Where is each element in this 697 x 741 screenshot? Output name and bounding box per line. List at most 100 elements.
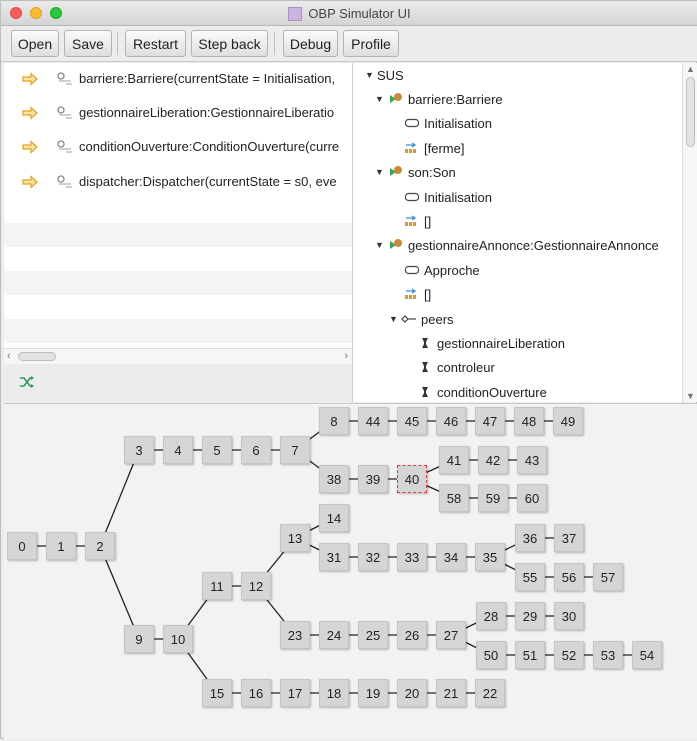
graph-node[interactable]: 60	[517, 484, 547, 512]
graph-node[interactable]: 41	[439, 446, 469, 474]
graph-node[interactable]: 50	[476, 641, 506, 669]
save-button[interactable]: Save	[64, 30, 112, 57]
graph-node[interactable]: 36	[515, 524, 545, 552]
graph-node[interactable]: 9	[124, 625, 154, 653]
tree-node-annonce-queue[interactable]: []	[404, 283, 431, 305]
graph-node[interactable]: 59	[478, 484, 508, 512]
tree-node-peer[interactable]: controleur	[419, 356, 495, 378]
expand-triangle-icon[interactable]: ▼	[375, 167, 387, 177]
graph-node[interactable]: 33	[397, 543, 427, 571]
graph-node[interactable]: 17	[280, 679, 310, 707]
step-arrow-icon[interactable]	[22, 72, 38, 86]
graph-node[interactable]: 56	[554, 563, 584, 591]
tree-node-annonce[interactable]: ▼ gestionnaireAnnonce:GestionnaireAnnonc…	[375, 234, 659, 256]
scroll-up-icon[interactable]: ▲	[686, 64, 695, 74]
tree-node-annonce-state[interactable]: Approche	[404, 259, 480, 281]
graph-node[interactable]: 31	[319, 543, 349, 571]
graph-node-selected[interactable]: 40	[397, 465, 427, 493]
graph-node[interactable]: 47	[475, 407, 505, 435]
graph-node[interactable]: 43	[517, 446, 547, 474]
open-button[interactable]: Open	[11, 30, 59, 57]
shuffle-icon[interactable]	[19, 375, 35, 389]
graph-node[interactable]: 58	[439, 484, 469, 512]
graph-node[interactable]: 45	[397, 407, 427, 435]
graph-node[interactable]: 46	[436, 407, 466, 435]
tree-node-barriere[interactable]: ▼ barriere:Barriere	[375, 88, 503, 110]
expand-triangle-icon[interactable]: ▼	[375, 94, 387, 104]
graph-node[interactable]: 22	[475, 679, 505, 707]
graph-node[interactable]: 48	[514, 407, 544, 435]
tree-node-peer[interactable]: conditionOuverture	[419, 381, 547, 402]
scrollbar-thumb[interactable]	[686, 77, 695, 147]
graph-node[interactable]: 6	[241, 436, 271, 464]
step-arrow-icon[interactable]	[22, 175, 38, 189]
graph-node[interactable]: 7	[280, 436, 310, 464]
graph-node[interactable]: 44	[358, 407, 388, 435]
graph-node[interactable]: 13	[280, 524, 310, 552]
graph-node[interactable]: 57	[593, 563, 623, 591]
graph-node[interactable]: 16	[241, 679, 271, 707]
graph-node[interactable]: 26	[397, 621, 427, 649]
tree-node-barriere-state[interactable]: Initialisation	[404, 112, 492, 134]
scroll-down-icon[interactable]: ▼	[686, 391, 695, 401]
graph-node[interactable]: 55	[515, 563, 545, 591]
graph-node[interactable]: 1	[46, 532, 76, 560]
graph-node[interactable]: 18	[319, 679, 349, 707]
graph-node[interactable]: 25	[358, 621, 388, 649]
debug-button[interactable]: Debug	[283, 30, 338, 57]
restart-button[interactable]: Restart	[125, 30, 186, 57]
graph-node[interactable]: 29	[515, 602, 545, 630]
graph-node[interactable]: 28	[476, 602, 506, 630]
tree-node-son-queue[interactable]: []	[404, 210, 431, 232]
graph-node[interactable]: 37	[554, 524, 584, 552]
graph-node[interactable]: 15	[202, 679, 232, 707]
graph-node[interactable]: 34	[436, 543, 466, 571]
graph-node[interactable]: 8	[319, 407, 349, 435]
graph-node[interactable]: 30	[554, 602, 584, 630]
graph-node[interactable]: 12	[241, 572, 271, 600]
tree-node-root[interactable]: ▼ SUS	[365, 64, 404, 86]
graph-node[interactable]: 38	[319, 465, 349, 493]
scroll-left-icon[interactable]: ‹	[7, 350, 11, 362]
graph-node[interactable]: 27	[436, 621, 466, 649]
graph-node[interactable]: 10	[163, 625, 193, 653]
graph-node[interactable]: 11	[202, 572, 232, 600]
graph-node[interactable]: 20	[397, 679, 427, 707]
graph-node[interactable]: 39	[358, 465, 388, 493]
step-back-button[interactable]: Step back	[191, 30, 268, 57]
step-arrow-icon[interactable]	[22, 106, 38, 120]
graph-node[interactable]: 21	[436, 679, 466, 707]
graph-node[interactable]: 2	[85, 532, 115, 560]
graph-node[interactable]: 49	[553, 407, 583, 435]
process-list-horizontal-scrollbar[interactable]: ‹ ›	[4, 348, 352, 364]
graph-node[interactable]: 51	[515, 641, 545, 669]
graph-node[interactable]: 14	[319, 504, 349, 532]
graph-node[interactable]: 54	[632, 641, 662, 669]
tree-node-son[interactable]: ▼ son:Son	[375, 161, 456, 183]
tree-node-peer[interactable]: gestionnaireLiberation	[419, 332, 565, 354]
profile-button[interactable]: Profile	[343, 30, 399, 57]
expand-triangle-icon[interactable]: ▼	[365, 70, 377, 80]
graph-node[interactable]: 23	[280, 621, 310, 649]
graph-node[interactable]: 4	[163, 436, 193, 464]
graph-node[interactable]: 42	[478, 446, 508, 474]
graph-node[interactable]: 5	[202, 436, 232, 464]
process-row[interactable]: dispatcher:Dispatcher(currentState = s0,…	[4, 170, 352, 194]
tree-node-barriere-queue[interactable]: [ferme]	[404, 137, 464, 159]
state-tree-vertical-scrollbar[interactable]: ▲ ▼	[682, 63, 697, 402]
tree-node-son-state[interactable]: Initialisation	[404, 186, 492, 208]
graph-node[interactable]: 0	[7, 532, 37, 560]
graph-node[interactable]: 35	[475, 543, 505, 571]
expand-triangle-icon[interactable]: ▼	[389, 314, 401, 324]
graph-node[interactable]: 32	[358, 543, 388, 571]
scroll-right-icon[interactable]: ›	[344, 350, 348, 362]
step-arrow-icon[interactable]	[22, 140, 38, 154]
process-row[interactable]: barriere:Barriere(currentState = Initial…	[4, 67, 352, 91]
tree-node-peers[interactable]: ▼ peers	[389, 308, 454, 330]
scrollbar-thumb[interactable]	[18, 352, 56, 361]
expand-triangle-icon[interactable]: ▼	[375, 240, 387, 250]
graph-node[interactable]: 53	[593, 641, 623, 669]
process-row[interactable]: conditionOuverture:ConditionOuverture(cu…	[4, 135, 352, 159]
process-row[interactable]: gestionnaireLiberation:GestionnaireLiber…	[4, 101, 352, 125]
graph-node[interactable]: 52	[554, 641, 584, 669]
